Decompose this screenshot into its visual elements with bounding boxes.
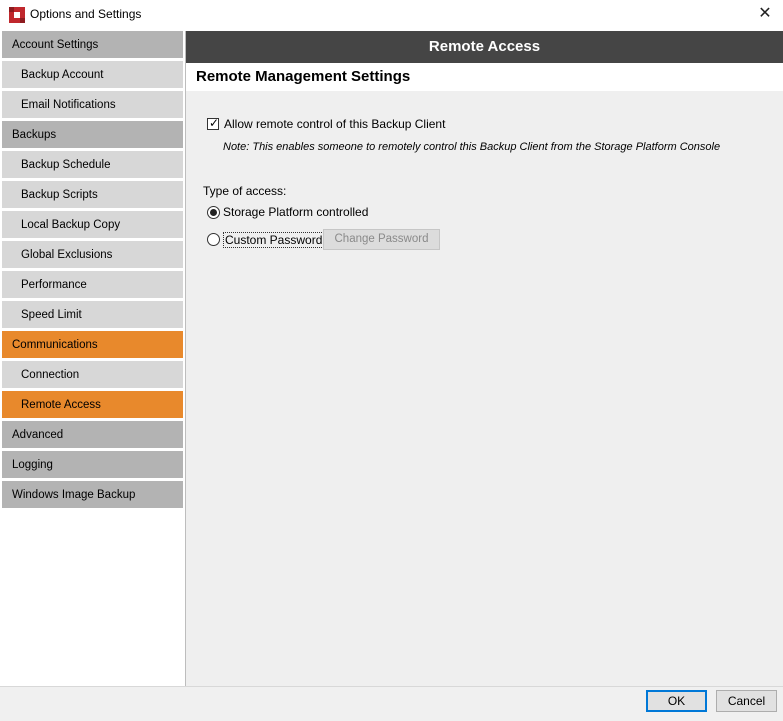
sidebar-item-backup-schedule[interactable]: Backup Schedule [2, 151, 183, 179]
check-icon: ✓ [209, 116, 220, 130]
sidebar-item-backups[interactable]: Backups [2, 121, 183, 149]
app-logo-icon [9, 7, 25, 23]
access-type-label: Type of access: [203, 184, 287, 198]
sidebar-item-global-exclusions[interactable]: Global Exclusions [2, 241, 183, 269]
remote-note: Note: This enables someone to remotely c… [223, 141, 721, 153]
sidebar-item-connection[interactable]: Connection [2, 361, 183, 389]
change-password-button[interactable]: Change Password [323, 229, 440, 250]
sidebar-item-communications[interactable]: Communications [2, 331, 183, 359]
custom-password-label[interactable]: Custom Password: [223, 232, 328, 248]
sidebar-item-remote-access[interactable]: Remote Access [2, 391, 183, 419]
ok-button[interactable]: OK [646, 690, 707, 712]
allow-remote-label[interactable]: Allow remote control of this Backup Clie… [224, 117, 445, 131]
close-icon[interactable]: ✕ [753, 3, 777, 25]
page-header: Remote Access [186, 31, 783, 63]
sidebar-item-performance[interactable]: Performance [2, 271, 183, 299]
storage-platform-radio[interactable] [207, 206, 220, 219]
custom-password-radio[interactable] [207, 233, 220, 246]
sidebar-item-advanced[interactable]: Advanced [2, 421, 183, 449]
sidebar-item-email-notifications[interactable]: Email Notifications [2, 91, 183, 119]
title-bar: Options and Settings ✕ [0, 0, 783, 30]
sidebar-item-backup-account[interactable]: Backup Account [2, 61, 183, 89]
sidebar-item-account-settings[interactable]: Account Settings [2, 31, 183, 59]
sidebar: Account Settings Backup Account Email Noti… [0, 31, 186, 686]
section-header: Remote Management Settings [186, 63, 783, 91]
sidebar-item-windows-image-backup[interactable]: Windows Image Backup [2, 481, 183, 509]
sidebar-item-local-backup-copy[interactable]: Local Backup Copy [2, 211, 183, 239]
section-title: Remote Management Settings [196, 68, 411, 85]
cancel-button[interactable]: Cancel [716, 690, 777, 712]
radio-selected-dot [210, 209, 217, 216]
storage-platform-label[interactable]: Storage Platform controlled [223, 205, 368, 219]
allow-remote-checkbox[interactable]: ✓ [207, 116, 220, 130]
main-panel: Remote Access Remote Management Settings… [186, 31, 783, 686]
sidebar-item-backup-scripts[interactable]: Backup Scripts [2, 181, 183, 209]
window-title: Options and Settings [30, 7, 142, 21]
sidebar-item-logging[interactable]: Logging [2, 451, 183, 479]
sidebar-item-speed-limit[interactable]: Speed Limit [2, 301, 183, 329]
